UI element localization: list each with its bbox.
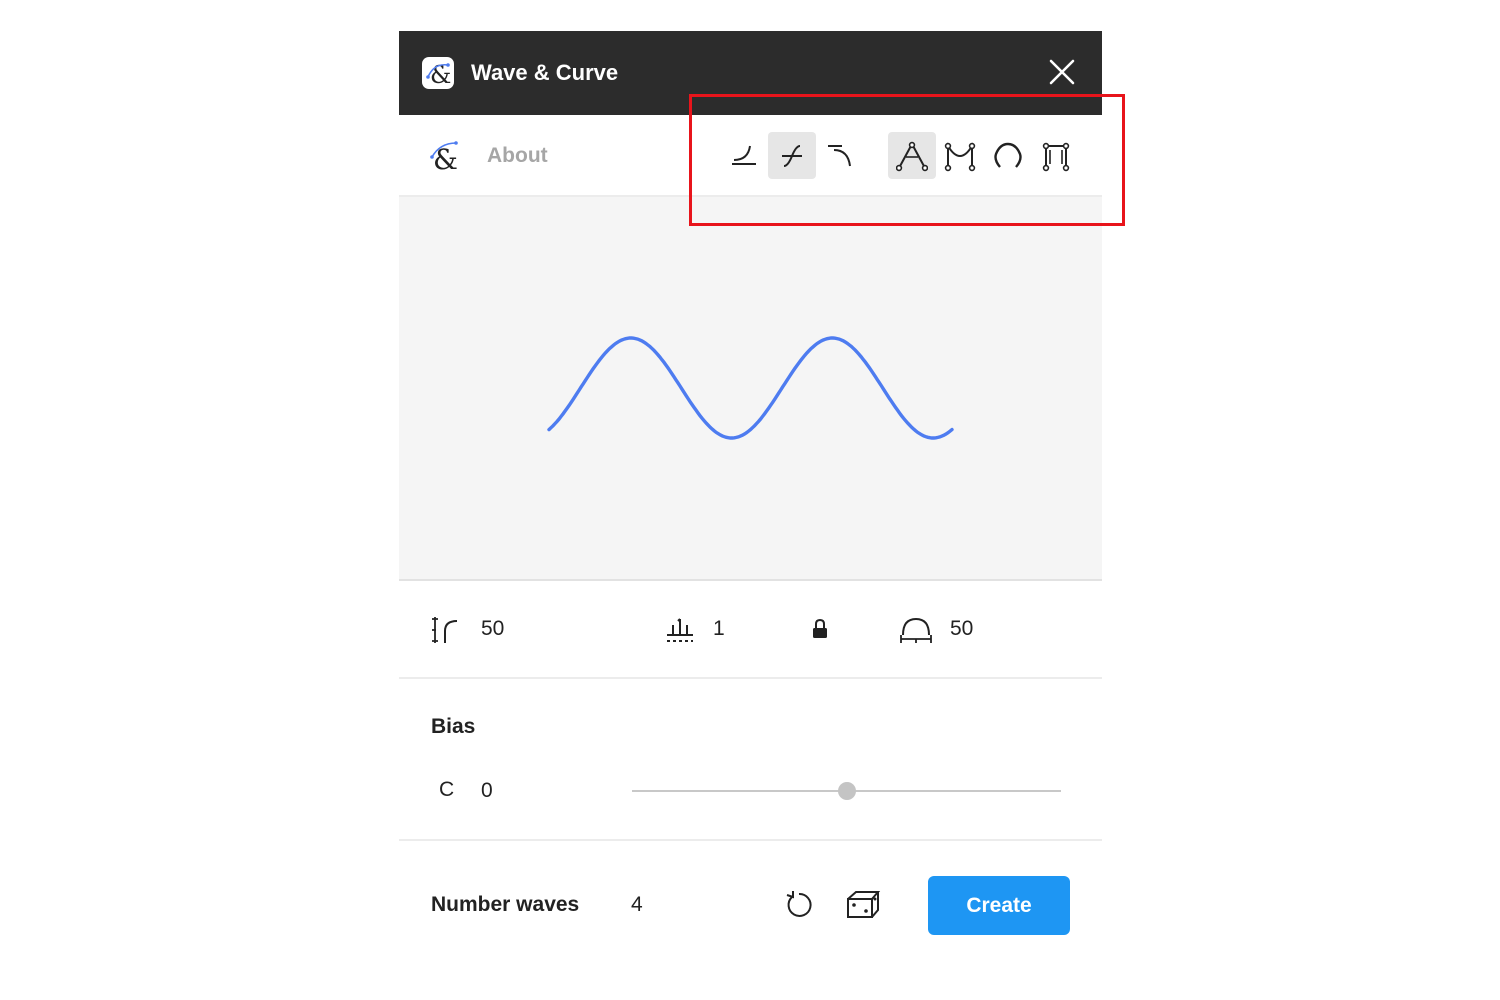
about-link[interactable]: About bbox=[487, 143, 548, 169]
ease-in-curve-icon bbox=[732, 145, 756, 165]
bias-icon: C bbox=[439, 778, 455, 801]
number-waves-label: Number waves bbox=[431, 893, 580, 916]
square-wave-icon bbox=[1042, 142, 1070, 172]
ampersand-logo-icon[interactable]: & bbox=[430, 139, 462, 176]
bias-label: Bias bbox=[431, 715, 476, 738]
wave-height-icon bbox=[432, 617, 458, 643]
wave-preview bbox=[399, 197, 1102, 581]
wave-width-icon bbox=[900, 617, 932, 643]
reset-button[interactable] bbox=[783, 889, 815, 921]
round-wave-icon bbox=[994, 142, 1022, 168]
ease-in-curve-button[interactable] bbox=[720, 132, 768, 179]
footer: Number waves 4 Create bbox=[399, 841, 1102, 968]
triangle-wave-button[interactable] bbox=[888, 132, 936, 179]
wave-width-value[interactable]: 50 bbox=[950, 617, 973, 641]
create-button[interactable]: Create bbox=[928, 876, 1070, 935]
svg-text:&: & bbox=[433, 143, 458, 175]
s-curve-button[interactable] bbox=[768, 132, 816, 179]
bias-slider[interactable] bbox=[632, 782, 1061, 800]
lock-icon[interactable] bbox=[811, 618, 829, 640]
triangle-wave-icon bbox=[896, 141, 928, 172]
plugin-window: & Wave & Curve & About 50 1 50 Bias C 0 … bbox=[399, 31, 1102, 968]
app-title: Wave & Curve bbox=[471, 60, 619, 85]
wave-parameters: 50 1 50 bbox=[399, 581, 1102, 679]
dice-icon bbox=[847, 891, 881, 918]
square-wave-button[interactable] bbox=[1032, 132, 1080, 179]
randomize-button[interactable] bbox=[845, 889, 881, 921]
ease-out-curve-icon bbox=[828, 145, 851, 167]
round-wave-button[interactable] bbox=[984, 132, 1032, 179]
wave-curve bbox=[547, 336, 954, 440]
bezier-wave-button[interactable] bbox=[936, 132, 984, 179]
close-icon bbox=[1049, 59, 1075, 85]
bezier-wave-icon bbox=[944, 142, 976, 172]
ampersand-curve-logo-icon: & bbox=[422, 57, 454, 89]
close-button[interactable] bbox=[1043, 57, 1081, 89]
wave-height-value[interactable]: 50 bbox=[481, 617, 504, 641]
s-curve-icon bbox=[782, 145, 802, 167]
number-waves-value[interactable]: 4 bbox=[631, 893, 643, 917]
ease-out-curve-button[interactable] bbox=[816, 132, 864, 179]
bias-section: Bias C 0 bbox=[399, 679, 1102, 841]
wave-preview-canvas bbox=[547, 336, 954, 440]
reset-icon bbox=[786, 891, 812, 917]
bias-slider-thumb[interactable] bbox=[837, 782, 856, 800]
wave-count-icon bbox=[667, 618, 693, 642]
wave-count-value[interactable]: 1 bbox=[713, 617, 725, 641]
bias-value[interactable]: 0 bbox=[481, 779, 493, 803]
title-bar: & Wave & Curve bbox=[399, 31, 1102, 115]
toolbar: & About bbox=[399, 115, 1102, 197]
